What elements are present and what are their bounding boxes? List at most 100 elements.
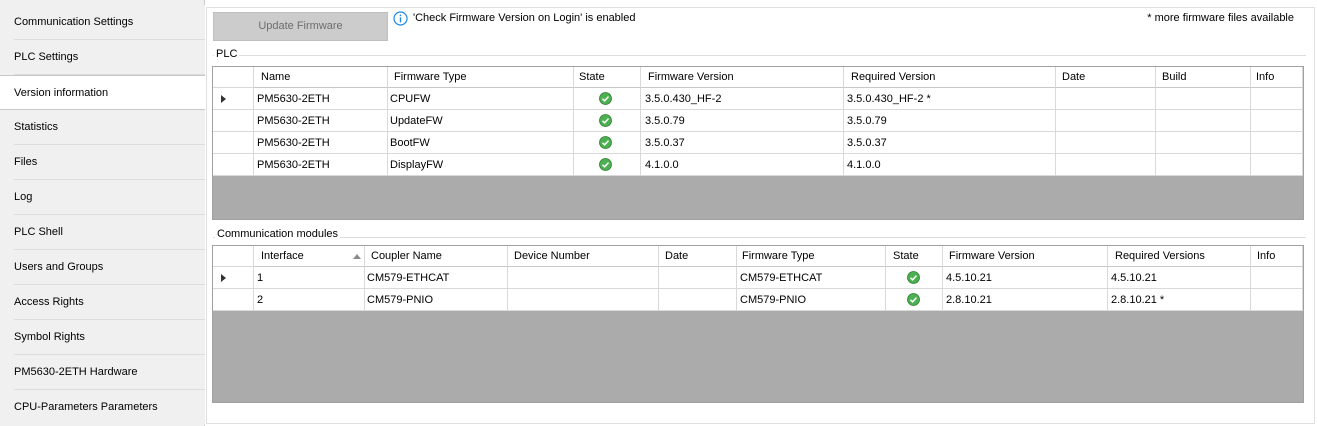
cell-firmware-version: 2.8.10.21 — [943, 289, 1108, 311]
cell-firmware-type: CPUFW — [388, 88, 574, 110]
update-firmware-button[interactable]: Update Firmware — [213, 12, 388, 41]
column-header-build[interactable]: Build — [1156, 67, 1251, 88]
row-selector[interactable] — [213, 110, 254, 132]
sidebar-item-users-and-groups[interactable]: Users and Groups — [0, 250, 205, 285]
header-corner — [213, 246, 254, 267]
sidebar-item-access-rights[interactable]: Access Rights — [0, 285, 205, 320]
sidebar-item-hardware[interactable]: PM5630-2ETH Hardware — [0, 355, 205, 390]
sidebar-item-log[interactable]: Log — [0, 180, 205, 215]
header-corner — [213, 67, 254, 88]
info-icon — [393, 11, 408, 26]
comm-grid-header: Interface Coupler Name Device Number Dat… — [213, 246, 1303, 268]
column-header-date[interactable]: Date — [1056, 67, 1156, 88]
column-header-interface-label: Interface — [261, 250, 304, 262]
column-header-device-number[interactable]: Device Number — [508, 246, 659, 267]
cell-firmware-type: UpdateFW — [388, 110, 574, 132]
cell-firmware-version: 3.5.0.79 — [641, 110, 844, 132]
column-header-name[interactable]: Name — [254, 67, 388, 88]
column-header-firmware-version[interactable]: Firmware Version — [641, 67, 844, 88]
column-header-info[interactable]: Info — [1251, 67, 1303, 88]
version-information-window: Communication Settings PLC Settings Vers… — [0, 0, 1317, 426]
cell-name: PM5630-2ETH — [254, 132, 388, 154]
sidebar-item-files[interactable]: Files — [0, 145, 205, 180]
cell-firmware-version: 4.5.10.21 — [943, 267, 1108, 289]
column-header-state[interactable]: State — [574, 67, 641, 88]
column-header-firmware-version[interactable]: Firmware Version — [943, 246, 1108, 267]
sidebar-item-communication-settings[interactable]: Communication Settings — [0, 5, 205, 40]
sort-ascending-icon — [353, 254, 361, 259]
sidebar-item-label: Files — [14, 156, 38, 168]
cell-device-number — [508, 289, 659, 311]
cell-firmware-version: 4.1.0.0 — [641, 154, 844, 176]
sidebar: Communication Settings PLC Settings Vers… — [0, 0, 206, 426]
column-header-interface[interactable]: Interface — [254, 246, 365, 267]
check-ok-icon — [599, 158, 612, 171]
column-header-firmware-type[interactable]: Firmware Type — [388, 67, 574, 88]
table-row[interactable]: PM5630-2ETH CPUFW 3.5.0.430_HF-2 3.5.0.4… — [213, 88, 1303, 110]
plc-grid-header: Name Firmware Type State Firmware Versio… — [213, 67, 1303, 89]
column-header-required-version[interactable]: Required Version — [844, 67, 1056, 88]
table-row[interactable]: 2 CM579-PNIO CM579-PNIO 2.8.10.21 2.8.10… — [213, 289, 1303, 311]
main-panel: Update Firmware 'Check Firmware Version … — [205, 0, 1317, 426]
sidebar-item-label: PM5630-2ETH Hardware — [14, 366, 138, 378]
sidebar-item-symbol-rights[interactable]: Symbol Rights — [0, 320, 205, 355]
cell-info — [1251, 154, 1303, 176]
cell-name: PM5630-2ETH — [254, 154, 388, 176]
row-selector[interactable] — [213, 88, 254, 110]
plc-firmware-grid[interactable]: Name Firmware Type State Firmware Versio… — [212, 66, 1304, 220]
comm-group-label: Communication modules — [215, 228, 341, 240]
column-header-firmware-type[interactable]: Firmware Type — [737, 246, 886, 267]
cell-required-version: 3.5.0.430_HF-2 * — [844, 88, 1056, 110]
column-header-date[interactable]: Date — [659, 246, 737, 267]
sidebar-item-label: PLC Settings — [14, 51, 79, 63]
table-row[interactable]: PM5630-2ETH UpdateFW 3.5.0.79 3.5.0.79 — [213, 110, 1303, 132]
table-row[interactable]: PM5630-2ETH DisplayFW 4.1.0.0 4.1.0.0 — [213, 154, 1303, 176]
cell-firmware-version: 3.5.0.430_HF-2 — [641, 88, 844, 110]
cell-name: PM5630-2ETH — [254, 110, 388, 132]
cell-build — [1156, 88, 1251, 110]
sidebar-item-version-information[interactable]: Version information — [0, 75, 206, 110]
sidebar-item-cpu-parameters[interactable]: CPU-Parameters Parameters — [0, 390, 205, 425]
column-header-required-versions[interactable]: Required Versions — [1108, 246, 1251, 267]
cell-state — [574, 88, 641, 110]
current-row-icon — [221, 95, 226, 103]
row-selector[interactable] — [213, 289, 254, 311]
more-firmware-note: * more firmware files available — [1147, 12, 1294, 24]
cell-build — [1156, 110, 1251, 132]
column-header-state[interactable]: State — [886, 246, 943, 267]
row-selector[interactable] — [213, 154, 254, 176]
cell-state — [574, 110, 641, 132]
check-ok-icon — [599, 114, 612, 127]
cell-coupler-name: CM579-ETHCAT — [365, 267, 508, 289]
cell-name: PM5630-2ETH — [254, 88, 388, 110]
sidebar-item-plc-settings[interactable]: PLC Settings — [0, 40, 205, 75]
column-header-info[interactable]: Info — [1251, 246, 1303, 267]
column-header-coupler-name[interactable]: Coupler Name — [365, 246, 508, 267]
cell-firmware-version: 3.5.0.37 — [641, 132, 844, 154]
row-selector[interactable] — [213, 132, 254, 154]
cell-date — [659, 267, 737, 289]
check-ok-icon — [907, 271, 920, 284]
cell-firmware-type: DisplayFW — [388, 154, 574, 176]
sidebar-item-plc-shell[interactable]: PLC Shell — [0, 215, 205, 250]
cell-date — [1056, 88, 1156, 110]
cell-info — [1251, 267, 1303, 289]
cell-date — [1056, 110, 1156, 132]
row-selector[interactable] — [213, 267, 254, 289]
cell-required-version: 4.1.0.0 — [844, 154, 1056, 176]
cell-info — [1251, 110, 1303, 132]
cell-date — [1056, 154, 1156, 176]
cell-firmware-type: CM579-PNIO — [737, 289, 886, 311]
sidebar-item-statistics[interactable]: Statistics — [0, 110, 205, 145]
sidebar-item-label: PLC Shell — [14, 226, 63, 238]
cell-build — [1156, 132, 1251, 154]
cell-coupler-name: CM579-PNIO — [365, 289, 508, 311]
sidebar-item-label: Symbol Rights — [14, 331, 85, 343]
cell-state — [574, 132, 641, 154]
communication-modules-grid[interactable]: Interface Coupler Name Device Number Dat… — [212, 245, 1304, 403]
table-row[interactable]: 1 CM579-ETHCAT CM579-ETHCAT 4.5.10.21 4.… — [213, 267, 1303, 289]
current-row-icon — [221, 274, 226, 282]
cell-date — [659, 289, 737, 311]
sidebar-item-label: Log — [14, 191, 33, 203]
table-row[interactable]: PM5630-2ETH BootFW 3.5.0.37 3.5.0.37 — [213, 132, 1303, 154]
